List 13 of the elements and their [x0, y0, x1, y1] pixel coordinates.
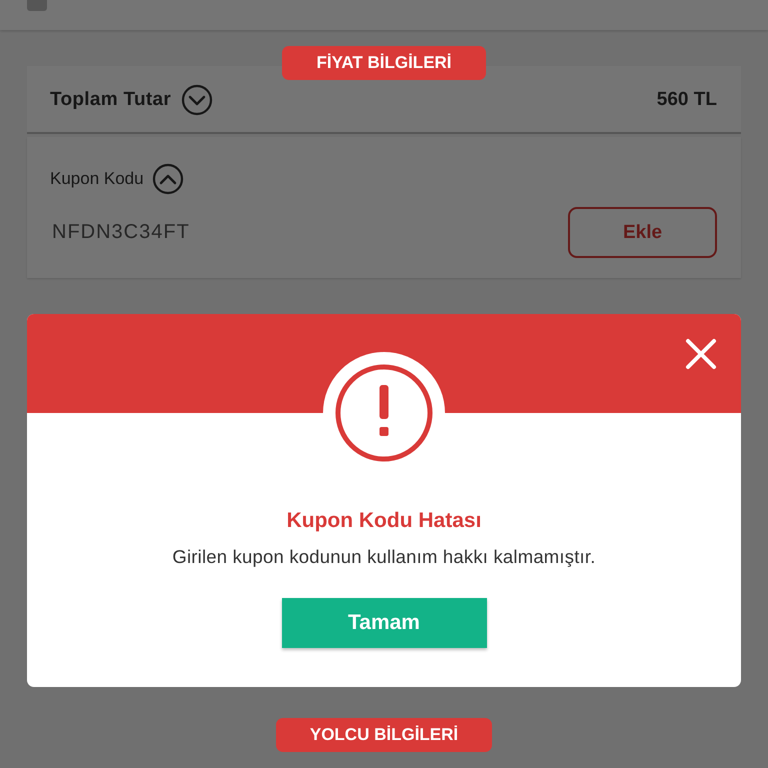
dialog-message: Girilen kupon kodunun kullanım hakkı kalmamıştır.	[172, 546, 596, 568]
total-label: Toplam Tutar	[50, 89, 172, 111]
ok-button[interactable]: Tamam	[282, 598, 486, 648]
coupon-field[interactable]: NFDN3C34FT	[50, 221, 352, 244]
section-heading: FİYAT BİLGİLERİ	[282, 46, 486, 80]
section-heading: YOLCU BİLGİLERİ	[276, 718, 492, 752]
dialog-title: Kupon Kodu Hatası	[286, 509, 482, 533]
add-button[interactable]: Ekle	[568, 207, 717, 258]
close-icon[interactable]	[685, 338, 717, 370]
chevron-down-icon[interactable]	[181, 84, 214, 116]
chevron-up-icon[interactable]	[152, 163, 184, 195]
coupon-label: Kupon Kodu	[50, 169, 144, 189]
total-amount: 560 TL	[656, 89, 717, 111]
